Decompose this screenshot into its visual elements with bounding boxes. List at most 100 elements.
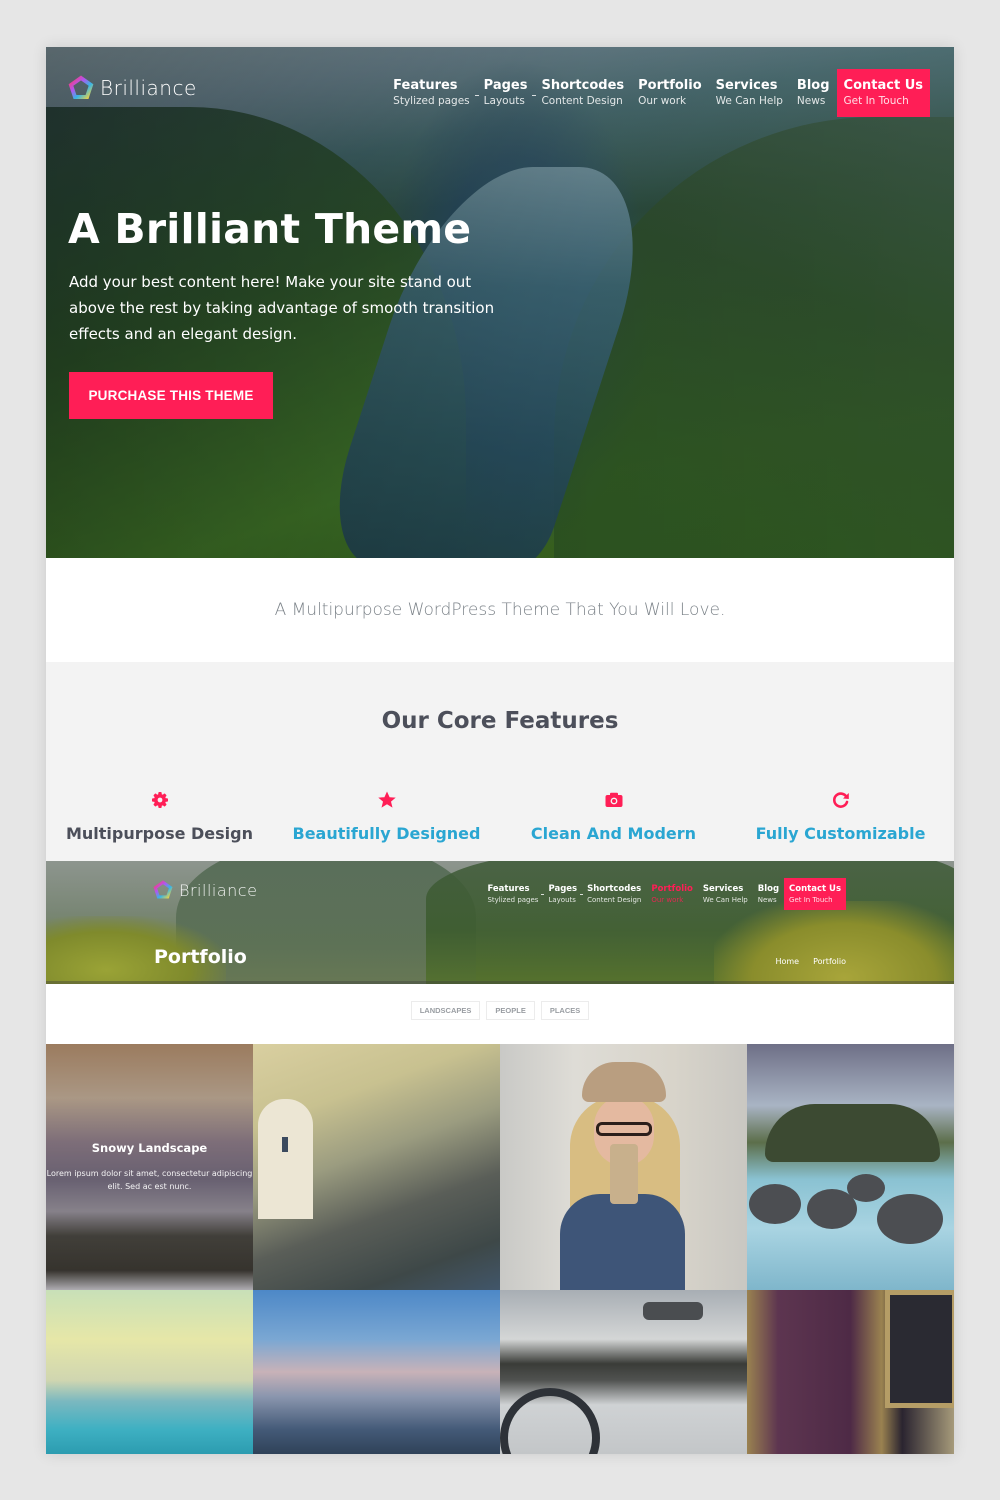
filter-landscapes[interactable]: LANDSCAPES (410, 1001, 481, 1020)
nav-item-portfolio[interactable]: Portfolio Our work (631, 69, 709, 117)
nav-subtitle: Content Design (587, 895, 642, 904)
nav-item-features[interactable]: Features Stylized pages (386, 69, 479, 117)
nav-title: Contact Us (789, 883, 841, 894)
hero-description: Add your best content here! Make your si… (69, 273, 495, 343)
church-image (258, 1099, 313, 1219)
purchase-theme-button[interactable]: PURCHASE THIS THEME (69, 372, 273, 419)
feature-item: Clean And Modern (500, 790, 727, 843)
nav-subtitle: Get In Touch (789, 895, 833, 904)
header-image-foliage (714, 901, 954, 984)
nav-title: Portfolio (651, 883, 693, 894)
nav-title: Services (715, 77, 778, 93)
logo-text: Brilliance (100, 76, 197, 100)
pentagon-logo-icon (68, 75, 94, 99)
nav-item-pages[interactable]: Pages Layouts (543, 878, 584, 910)
nav-item-pages[interactable]: Pages Layouts (477, 69, 537, 117)
feature-item: Fully Customizable (727, 790, 954, 843)
main-nav: Features Stylized pages Pages Layouts Sh… (386, 69, 930, 117)
image-detail (765, 1104, 940, 1162)
breadcrumb-home[interactable]: Home (775, 957, 799, 966)
nav-subtitle: News (796, 94, 826, 107)
nav-item-services[interactable]: Services We Can Help (698, 878, 753, 910)
core-features-section: Our Core Features Multipurpose Design Be… (46, 662, 954, 861)
nav-title: Contact Us (843, 77, 923, 93)
image-detail (596, 1122, 652, 1136)
nav-subtitle: Content Design (541, 94, 623, 107)
site-logo[interactable]: Brilliance (68, 75, 197, 101)
image-detail (582, 1062, 666, 1102)
nav-item-portfolio-active[interactable]: Portfolio Our work (646, 878, 698, 910)
portfolio-item-car-driving[interactable] (500, 1290, 747, 1454)
image-detail (847, 1174, 885, 1202)
portfolio-item-tropical-sea[interactable] (46, 1290, 253, 1454)
nav-title: Shortcodes (587, 883, 642, 894)
portfolio-title: Portfolio (154, 946, 247, 968)
nav-subtitle: Layouts (483, 94, 525, 107)
feature-item: Beautifully Designed (273, 790, 500, 843)
filter-places[interactable]: PLACES (540, 1001, 590, 1020)
portfolio-header: Brilliance Features Stylized pages Pages… (46, 861, 954, 984)
hero-section: Brilliance Features Stylized pages Pages… (46, 47, 954, 558)
nav-subtitle: Stylized pages (393, 94, 470, 107)
star-icon (377, 791, 396, 808)
portfolio-item-coastal-church[interactable] (253, 1044, 500, 1290)
image-detail (749, 1184, 801, 1224)
nav-subtitle: Our work (651, 895, 684, 904)
tagline-text: A Multipurpose WordPress Theme That You … (274, 600, 726, 620)
nav-item-blog[interactable]: Blog News (753, 878, 784, 910)
nav-subtitle: Stylized pages (487, 895, 539, 904)
nav-item-contact[interactable]: Contact Us Get In Touch (784, 878, 846, 910)
camera-icon (605, 792, 622, 807)
pentagon-logo-icon (153, 880, 173, 899)
portfolio-grid: Snowy Landscape Lorem ipsum dolor sit am… (46, 1044, 954, 1454)
portfolio-item-woman-coffee[interactable] (500, 1044, 747, 1290)
nav-title: Pages (483, 77, 528, 93)
portfolio-filters: LANDSCAPES PEOPLE PLACES (46, 984, 954, 1044)
breadcrumb-current: Portfolio (813, 957, 846, 966)
gear-icon (151, 792, 168, 808)
refresh-icon (832, 792, 849, 808)
nav-subtitle: Layouts (548, 895, 576, 904)
breadcrumb: Home Portfolio (775, 957, 846, 966)
nav-item-shortcodes[interactable]: Shortcodes Content Design (534, 69, 631, 117)
portfolio-item-description: Lorem ipsum dolor sit amet, consectetur … (46, 1169, 253, 1191)
features-heading: Our Core Features (381, 708, 619, 734)
portfolio-item-caption: Snowy Landscape (91, 1141, 208, 1155)
nav-item-blog[interactable]: Blog News (790, 69, 837, 117)
image-detail (643, 1302, 703, 1320)
nav-item-services[interactable]: Services We Can Help (709, 69, 790, 117)
image-detail (877, 1194, 943, 1244)
image-detail (610, 1144, 638, 1204)
portfolio-item-rocky-island[interactable] (747, 1044, 954, 1290)
nav-subtitle: News (757, 895, 777, 904)
nav-subtitle: We Can Help (702, 895, 748, 904)
nav-subtitle: Our work (638, 94, 687, 107)
feature-link-fully-customizable[interactable]: Fully Customizable (727, 824, 954, 843)
logo-text: Brilliance (179, 880, 258, 900)
feature-item: Multipurpose Design (46, 790, 273, 843)
portfolio-nav: Features Stylized pages Pages Layouts Sh… (482, 878, 846, 910)
nav-title: Blog (796, 77, 830, 93)
nav-subtitle: Get In Touch (843, 94, 909, 107)
site-logo-small[interactable]: Brilliance (153, 880, 257, 900)
nav-subtitle: We Can Help (715, 94, 783, 107)
nav-item-features[interactable]: Features Stylized pages (482, 878, 545, 910)
feature-link-beautifully-designed[interactable]: Beautifully Designed (273, 824, 500, 843)
portfolio-item-gallery-frames[interactable] (747, 1290, 954, 1454)
feature-link-multipurpose[interactable]: Multipurpose Design (46, 824, 273, 843)
image-detail (885, 1290, 954, 1408)
nav-title: Services (702, 883, 744, 894)
portfolio-item-snowy-landscape[interactable]: Snowy Landscape Lorem ipsum dolor sit am… (46, 1044, 253, 1290)
feature-link-clean-modern[interactable]: Clean And Modern (500, 824, 727, 843)
tagline-section: A Multipurpose WordPress Theme That You … (46, 558, 954, 662)
portfolio-item-city-skyline[interactable] (253, 1290, 500, 1454)
nav-item-contact[interactable]: Contact Us Get In Touch (836, 69, 930, 117)
nav-title: Shortcodes (541, 77, 625, 93)
nav-title: Features (487, 883, 530, 894)
nav-item-shortcodes[interactable]: Shortcodes Content Design (582, 878, 646, 910)
filter-people[interactable]: PEOPLE (486, 1001, 535, 1020)
nav-title: Portfolio (638, 77, 702, 93)
nav-title: Features (393, 77, 458, 93)
image-detail (560, 1194, 685, 1290)
nav-title: Blog (757, 883, 780, 894)
